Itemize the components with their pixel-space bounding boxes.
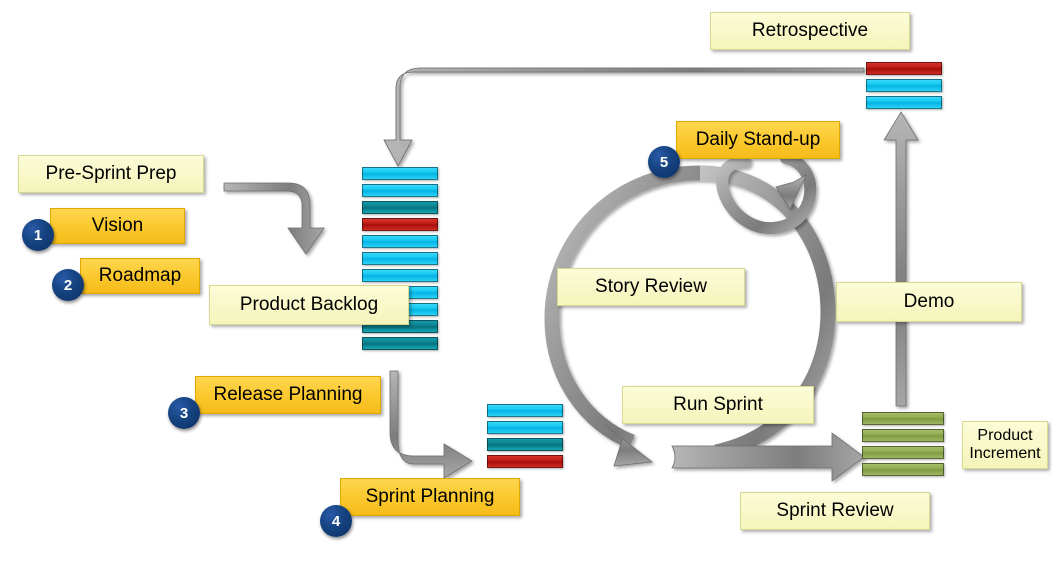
card-cyan: [362, 252, 438, 265]
sprint-planning-box[interactable]: Sprint Planning: [340, 478, 520, 516]
backlog-to-sprint-backlog-arrow: [389, 370, 473, 479]
pre-sprint-prep-box[interactable]: Pre-Sprint Prep: [18, 155, 204, 193]
card-olive: [862, 429, 944, 442]
story-review-box[interactable]: Story Review: [557, 268, 745, 306]
scrum-process-diagram: Pre-Sprint Prep Vision Roadmap Product Back…: [0, 0, 1052, 563]
card-cyan: [362, 269, 438, 282]
badge-4: 4: [320, 505, 352, 537]
card-red: [487, 455, 563, 468]
badge-5: 5: [648, 146, 680, 178]
demo-box[interactable]: Demo: [836, 282, 1022, 322]
card-cyan: [362, 235, 438, 248]
sprint-review-arrow: [671, 432, 865, 482]
sprint-review-box[interactable]: Sprint Review: [740, 492, 930, 530]
badge-3: 3: [168, 397, 200, 429]
badge-1: 1: [22, 219, 54, 251]
retrospective-stack: [866, 62, 942, 109]
badge-2: 2: [52, 269, 84, 301]
card-cyan: [866, 96, 942, 109]
daily-stand-up-box[interactable]: Daily Stand-up: [676, 121, 840, 159]
card-teal: [362, 337, 438, 350]
run-sprint-box[interactable]: Run Sprint: [622, 386, 814, 424]
card-olive: [862, 446, 944, 459]
card-cyan: [487, 404, 563, 417]
card-cyan: [487, 421, 563, 434]
product-backlog-box[interactable]: Product Backlog: [209, 285, 409, 325]
card-cyan: [362, 167, 438, 180]
roadmap-box[interactable]: Roadmap: [80, 258, 200, 294]
product-increment-stack: [862, 412, 944, 476]
card-teal: [362, 201, 438, 214]
product-increment-box[interactable]: Product Increment: [962, 421, 1048, 469]
release-planning-box[interactable]: Release Planning: [195, 376, 381, 414]
card-red: [866, 62, 942, 75]
vision-box[interactable]: Vision: [50, 208, 185, 244]
card-cyan: [362, 184, 438, 197]
card-olive: [862, 412, 944, 425]
card-cyan: [866, 79, 942, 92]
card-olive: [862, 463, 944, 476]
demo-arrow: [883, 111, 919, 407]
sprint-backlog-stack: [487, 404, 563, 468]
card-red: [362, 218, 438, 231]
prep-to-backlog-arrow: [223, 182, 325, 255]
card-teal: [487, 438, 563, 451]
retrospective-box[interactable]: Retrospective: [710, 12, 910, 50]
